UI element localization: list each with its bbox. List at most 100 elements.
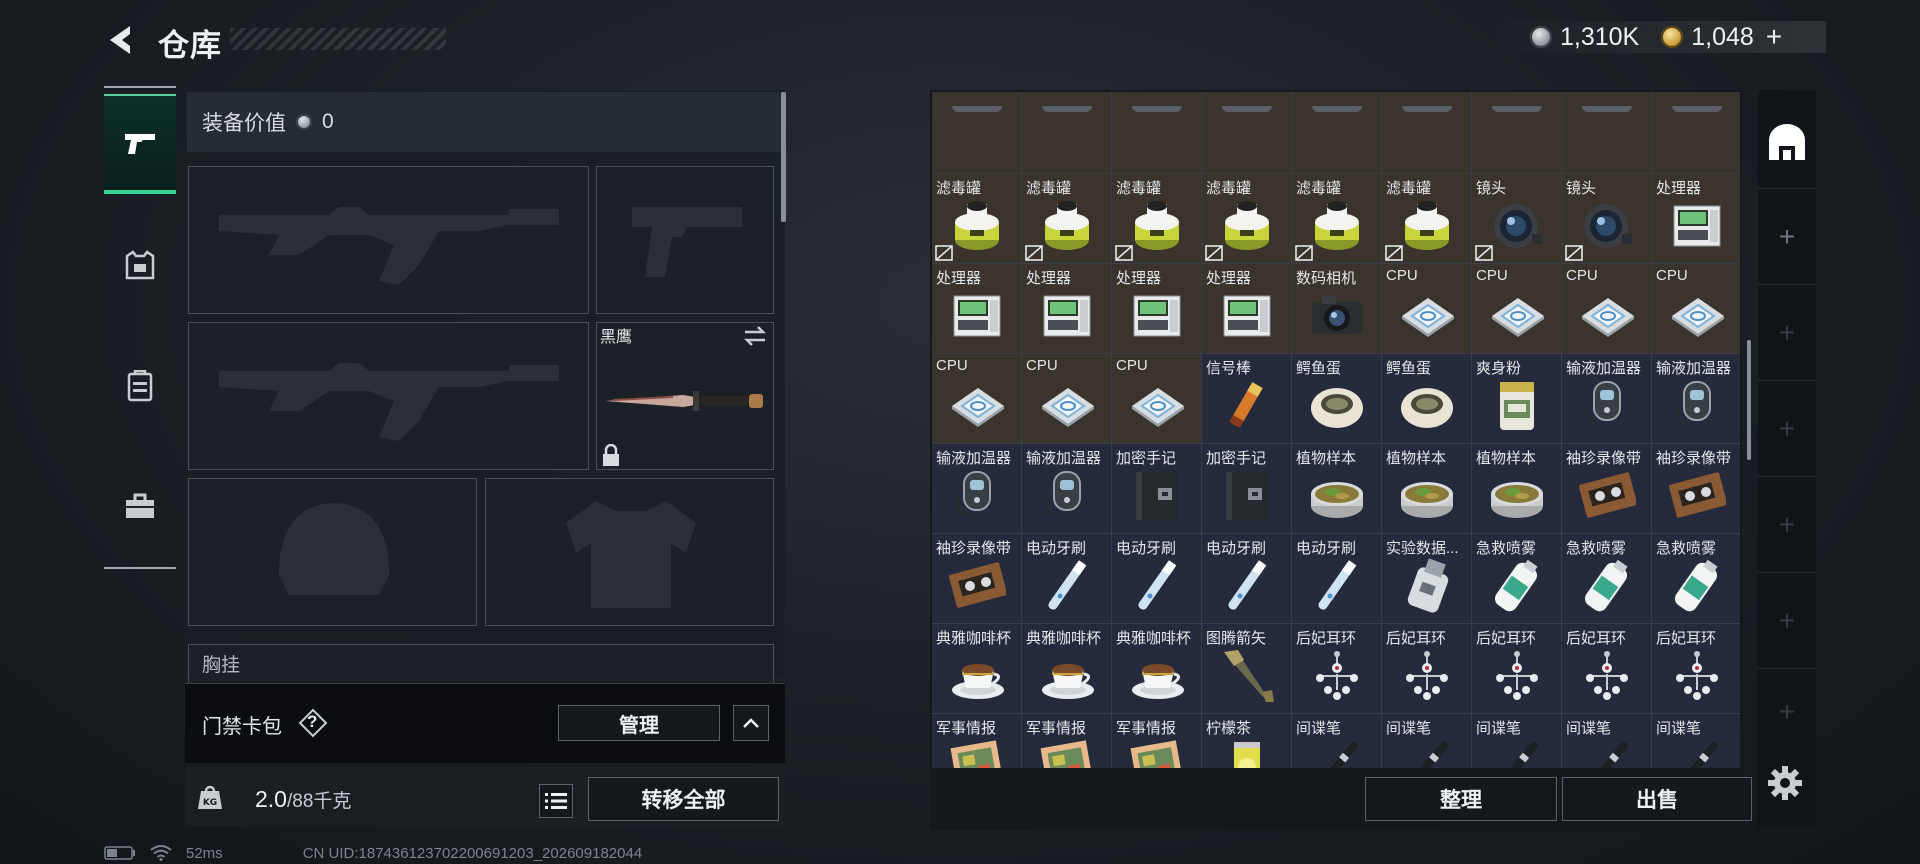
stash-item[interactable]: 输液加温器 (1562, 354, 1652, 444)
stash-item[interactable]: 军事情报 (932, 714, 1022, 768)
stash-item[interactable] (932, 92, 1022, 174)
stash-item[interactable]: 鳄鱼蛋 (1292, 354, 1382, 444)
add-stash-tab-button[interactable]: + (1758, 284, 1816, 380)
stash-item[interactable]: 处理器 (1112, 264, 1202, 354)
stash-item[interactable]: 处理器 (1022, 264, 1112, 354)
add-stash-tab-button[interactable]: + (1758, 572, 1816, 668)
stash-item[interactable] (1202, 92, 1292, 174)
collapse-button[interactable] (733, 705, 769, 741)
stash-item[interactable]: 信号棒 (1202, 354, 1292, 444)
stash-item[interactable]: 后妃耳环 (1562, 624, 1652, 714)
stash-item[interactable]: 滤毒罐 (1022, 174, 1112, 264)
stash-item[interactable]: 典雅咖啡杯 (932, 624, 1022, 714)
stash-item[interactable]: 袖珍录像带 (1562, 444, 1652, 534)
stash-item[interactable]: 滤毒罐 (1112, 174, 1202, 264)
add-stash-tab-button[interactable]: + (1758, 380, 1816, 476)
sell-button[interactable]: 出售 (1562, 777, 1752, 821)
stash-item[interactable]: 后妃耳环 (1292, 624, 1382, 714)
stash-item[interactable]: 植物样本 (1292, 444, 1382, 534)
stash-item[interactable]: 输液加温器 (1652, 354, 1740, 444)
stash-scrollbar[interactable] (1747, 340, 1751, 460)
tab-rig[interactable] (104, 336, 176, 436)
stash-item[interactable]: 后妃耳环 (1382, 624, 1472, 714)
stash-item[interactable]: 镜头 (1472, 174, 1562, 264)
stash-item[interactable] (1382, 92, 1472, 174)
stash-item[interactable]: 加密手记 (1202, 444, 1292, 534)
stash-item[interactable]: 电动牙刷 (1022, 534, 1112, 624)
swap-icon[interactable] (742, 323, 768, 349)
stash-item[interactable]: 处理器 (932, 264, 1022, 354)
stash-item[interactable]: 后妃耳环 (1652, 624, 1740, 714)
help-button[interactable]: ? (298, 708, 328, 738)
stash-item[interactable]: 袖珍录像带 (1652, 444, 1740, 534)
stash-item[interactable] (1112, 92, 1202, 174)
list-view-button[interactable] (539, 784, 573, 818)
stash-item[interactable]: 植物样本 (1382, 444, 1472, 534)
sidearm-slot[interactable] (596, 166, 774, 314)
stash-item[interactable]: CPU (1472, 264, 1562, 354)
manage-button[interactable]: 管理 (558, 705, 720, 741)
stash-item[interactable] (1472, 92, 1562, 174)
stash-item[interactable]: 电动牙刷 (1292, 534, 1382, 624)
stash-item[interactable]: CPU (1022, 354, 1112, 444)
stash-item[interactable]: 滤毒罐 (1292, 174, 1382, 264)
add-currency-button[interactable]: + (1766, 21, 1782, 53)
stash-item[interactable]: 输液加温器 (1022, 444, 1112, 534)
stash-item[interactable]: 袖珍录像带 (932, 534, 1022, 624)
stash-item[interactable]: 后妃耳环 (1472, 624, 1562, 714)
stash-item[interactable]: 鳄鱼蛋 (1382, 354, 1472, 444)
secondary-weapon-slot[interactable] (188, 322, 589, 470)
stash-item[interactable]: CPU (1112, 354, 1202, 444)
stash-item[interactable]: 爽身粉 (1472, 354, 1562, 444)
stash-item[interactable]: 图腾箭矢 (1202, 624, 1292, 714)
stash-item[interactable]: 滤毒罐 (932, 174, 1022, 264)
stash-item[interactable]: 加密手记 (1112, 444, 1202, 534)
helmet-slot[interactable] (188, 478, 477, 626)
stash-item[interactable]: CPU (1382, 264, 1472, 354)
chest-rig-slot[interactable] (188, 644, 774, 684)
stash-item[interactable]: 处理器 (1652, 174, 1740, 264)
tab-backpack[interactable] (104, 456, 176, 556)
stash-item[interactable]: 镜头 (1562, 174, 1652, 264)
equipment-scrollbar[interactable] (781, 92, 786, 222)
stash-item[interactable]: 处理器 (1202, 264, 1292, 354)
add-stash-tab-button[interactable]: + (1758, 188, 1816, 284)
stash-item[interactable]: 军事情报 (1022, 714, 1112, 768)
stash-item[interactable]: CPU (1562, 264, 1652, 354)
stash-item[interactable]: 间谍笔 (1652, 714, 1740, 768)
stash-item[interactable]: 典雅咖啡杯 (1112, 624, 1202, 714)
stash-item[interactable]: 间谍笔 (1472, 714, 1562, 768)
stash-item[interactable]: CPU (1652, 264, 1740, 354)
stash-item[interactable]: 急救喷雾 (1652, 534, 1740, 624)
tab-armor[interactable] (104, 216, 176, 316)
stash-item[interactable] (1652, 92, 1740, 174)
stash-item[interactable]: 间谍笔 (1382, 714, 1472, 768)
stash-item[interactable]: 电动牙刷 (1112, 534, 1202, 624)
add-stash-tab-button[interactable]: + (1758, 668, 1816, 754)
back-button[interactable] (104, 22, 138, 58)
stash-item[interactable]: 急救喷雾 (1562, 534, 1652, 624)
armor-slot[interactable] (485, 478, 774, 626)
stash-item[interactable]: 间谍笔 (1292, 714, 1382, 768)
tab-stash-main[interactable] (1758, 96, 1816, 188)
stash-item[interactable]: 典雅咖啡杯 (1022, 624, 1112, 714)
stash-item[interactable]: 滤毒罐 (1382, 174, 1472, 264)
stash-item[interactable]: 柠檬茶 (1202, 714, 1292, 768)
stash-item[interactable]: 植物样本 (1472, 444, 1562, 534)
stash-item[interactable]: CPU (932, 354, 1022, 444)
tab-weapons[interactable] (104, 94, 176, 194)
settings-button[interactable] (1766, 764, 1804, 802)
stash-item[interactable]: 急救喷雾 (1472, 534, 1562, 624)
add-stash-tab-button[interactable]: + (1758, 476, 1816, 572)
stash-item[interactable]: 数码相机 (1292, 264, 1382, 354)
transfer-all-button[interactable]: 转移全部 (588, 777, 779, 821)
primary-weapon-slot[interactable] (188, 166, 589, 314)
stash-item[interactable]: 军事情报 (1112, 714, 1202, 768)
stash-item[interactable]: 间谍笔 (1562, 714, 1652, 768)
stash-item[interactable] (1562, 92, 1652, 174)
stash-item[interactable]: 电动牙刷 (1202, 534, 1292, 624)
stash-item[interactable]: 输液加温器 (932, 444, 1022, 534)
stash-item[interactable] (1292, 92, 1382, 174)
stash-item[interactable]: 滤毒罐 (1202, 174, 1292, 264)
stash-item[interactable] (1022, 92, 1112, 174)
